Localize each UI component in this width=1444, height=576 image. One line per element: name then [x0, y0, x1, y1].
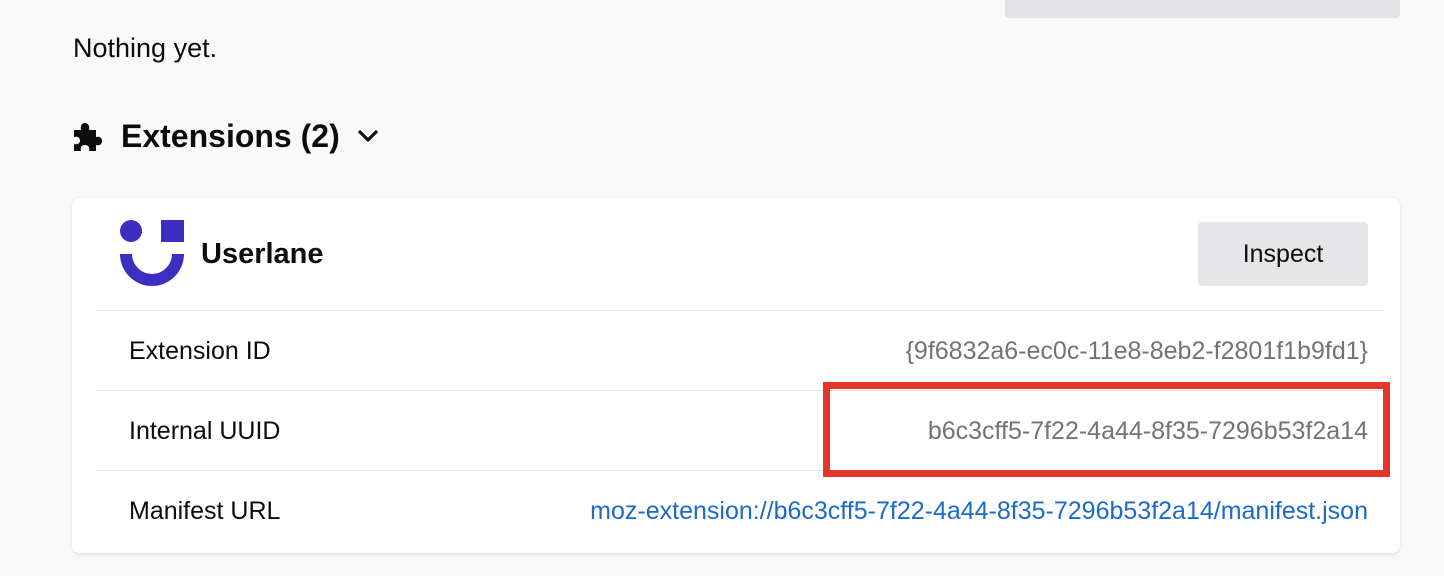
extension-card-header: Userlane Inspect: [72, 198, 1400, 310]
empty-state-text: Nothing yet.: [73, 33, 218, 63]
detail-label: Extension ID: [129, 337, 271, 365]
userlane-logo: [120, 220, 184, 286]
extension-card: Userlane Inspect Extension ID {9f6832a6-…: [72, 198, 1400, 553]
detail-label: Manifest URL: [129, 497, 281, 525]
chevron-down-icon[interactable]: [356, 124, 380, 148]
inspect-button[interactable]: Inspect: [1198, 222, 1368, 286]
extensions-title: Extensions (2): [121, 118, 340, 154]
extension-id-value: {9f6832a6-ec0c-11e8-8eb2-f2801f1b9fd1}: [905, 337, 1368, 365]
puzzle-icon: [74, 123, 102, 151]
detail-row-extension-id: Extension ID {9f6832a6-ec0c-11e8-8eb2-f2…: [96, 310, 1384, 390]
top-action-button[interactable]: [1005, 0, 1400, 18]
detail-label: Internal UUID: [129, 417, 281, 445]
detail-row-manifest-url: Manifest URL moz-extension://b6c3cff5-7f…: [96, 470, 1384, 550]
highlight-annotation-box: [823, 382, 1390, 477]
extensions-heading[interactable]: Extensions (2): [72, 112, 380, 160]
manifest-url-link[interactable]: moz-extension://b6c3cff5-7f22-4a44-8f35-…: [590, 471, 1368, 551]
extension-name: Userlane: [201, 238, 324, 270]
